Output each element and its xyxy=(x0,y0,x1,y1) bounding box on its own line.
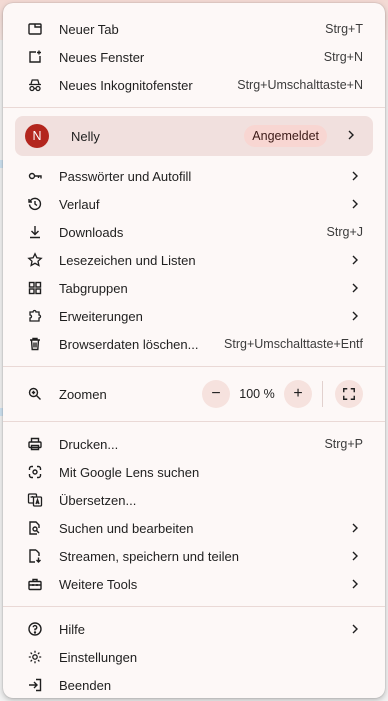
menu-item-history[interactable]: Verlauf xyxy=(3,190,385,218)
chevron-right-icon xyxy=(347,520,363,536)
avatar: N xyxy=(25,124,49,148)
menu-item-label: Suchen und bearbeiten xyxy=(59,520,194,536)
menu-item-find-edit[interactable]: Suchen und bearbeiten xyxy=(3,514,385,542)
translate-icon xyxy=(27,492,43,508)
zoom-row: Zoomen − 100 % + xyxy=(3,375,385,413)
menu-item-label: Übersetzen... xyxy=(59,492,137,508)
chevron-right-icon xyxy=(343,127,359,146)
menu-item-tab-groups[interactable]: Tabgruppen xyxy=(3,274,385,302)
menu-item-downloads[interactable]: Downloads Strg+J xyxy=(3,218,385,246)
menu-item-extensions[interactable]: Erweiterungen xyxy=(3,302,385,330)
menu-item-new-window[interactable]: Neues Fenster Strg+N xyxy=(3,43,385,71)
zoom-divider xyxy=(322,381,323,407)
shortcut-text: Strg+Umschalttaste+Entf xyxy=(224,337,363,351)
zoom-level: 100 % xyxy=(239,387,275,401)
history-icon xyxy=(27,196,43,212)
print-icon xyxy=(27,436,43,452)
menu-item-label: Einstellungen xyxy=(59,649,138,665)
help-icon xyxy=(27,621,43,637)
extension-icon xyxy=(27,308,43,324)
menu-item-label: Passwörter und Autofill xyxy=(59,168,192,184)
menu-item-cast-save-share[interactable]: Streamen, speichern und teilen xyxy=(3,542,385,570)
menu-divider xyxy=(3,606,385,607)
menu-item-bookmarks-lists[interactable]: Lesezeichen und Listen xyxy=(3,246,385,274)
menu-item-label: Streamen, speichern und teilen xyxy=(59,548,239,564)
menu-item-translate[interactable]: Übersetzen... xyxy=(3,486,385,514)
menu-item-label: Neues Fenster xyxy=(59,49,145,65)
menu-item-passwords-autofill[interactable]: Passwörter und Autofill xyxy=(3,162,385,190)
profile-name: Nelly xyxy=(71,128,100,144)
shortcut-text: Strg+J xyxy=(326,225,363,239)
menu-divider xyxy=(3,421,385,422)
browser-main-menu: Neuer Tab Strg+T Neues Fenster Strg+N Ne… xyxy=(3,3,385,698)
menu-item-new-tab[interactable]: Neuer Tab Strg+T xyxy=(3,15,385,43)
menu-item-label: Neues Inkognitofenster xyxy=(59,77,193,93)
trash-icon xyxy=(27,336,43,352)
menu-item-clear-browsing-data[interactable]: Browserdaten löschen... Strg+Umschalttas… xyxy=(3,330,385,358)
chevron-right-icon xyxy=(347,196,363,212)
menu-item-google-lens[interactable]: Mit Google Lens suchen xyxy=(3,458,385,486)
fullscreen-icon xyxy=(343,388,355,400)
shortcut-text: Strg+N xyxy=(323,50,363,64)
shortcut-text: Strg+P xyxy=(324,437,363,451)
menu-item-settings[interactable]: Einstellungen xyxy=(3,643,385,671)
chevron-right-icon xyxy=(347,252,363,268)
tab-groups-icon xyxy=(27,280,43,296)
menu-item-label: Verlauf xyxy=(59,196,100,212)
find-edit-icon xyxy=(27,520,43,536)
menu-item-label: Lesezeichen und Listen xyxy=(59,252,196,268)
menu-item-more-tools[interactable]: Weitere Tools xyxy=(3,570,385,598)
settings-gear-icon xyxy=(27,649,43,665)
menu-item-label: Beenden xyxy=(59,677,112,693)
zoom-out-button[interactable]: − xyxy=(202,380,230,408)
toolbox-icon xyxy=(27,576,43,592)
menu-item-label: Drucken... xyxy=(59,436,119,452)
zoom-in-button[interactable]: + xyxy=(284,380,312,408)
new-window-icon xyxy=(27,49,43,65)
exit-icon xyxy=(27,677,43,693)
chevron-right-icon xyxy=(347,548,363,564)
zoom-label: Zoomen xyxy=(59,386,107,402)
zoom-control: − 100 % + xyxy=(202,380,363,408)
menu-item-label: Browserdaten löschen... xyxy=(59,336,199,352)
menu-item-label: Tabgruppen xyxy=(59,280,128,296)
menu-item-print[interactable]: Drucken... Strg+P xyxy=(3,430,385,458)
download-icon xyxy=(27,224,43,240)
google-lens-icon xyxy=(27,464,43,480)
chevron-right-icon xyxy=(347,280,363,296)
menu-item-label: Erweiterungen xyxy=(59,308,143,324)
menu-item-label: Weitere Tools xyxy=(59,576,138,592)
menu-divider xyxy=(3,366,385,367)
shortcut-text: Strg+Umschalttaste+N xyxy=(237,78,363,92)
chevron-right-icon xyxy=(347,168,363,184)
menu-item-label: Hilfe xyxy=(59,621,86,637)
chevron-right-icon xyxy=(347,621,363,637)
cast-save-share-icon xyxy=(27,548,43,564)
menu-item-label: Downloads xyxy=(59,224,124,240)
star-icon xyxy=(27,252,43,268)
menu-item-exit[interactable]: Beenden xyxy=(3,671,385,698)
new-tab-icon xyxy=(27,21,43,37)
fullscreen-button[interactable] xyxy=(335,380,363,408)
menu-item-label: Mit Google Lens suchen xyxy=(59,464,200,480)
menu-item-help[interactable]: Hilfe xyxy=(3,615,385,643)
menu-item-incognito-window[interactable]: Neues Inkognitofenster Strg+Umschalttast… xyxy=(3,71,385,99)
zoom-icon xyxy=(27,386,43,402)
status-badge: Angemeldet xyxy=(244,125,327,147)
incognito-icon xyxy=(27,77,43,93)
profile-row[interactable]: N Nelly Angemeldet xyxy=(15,116,373,156)
menu-item-label: Neuer Tab xyxy=(59,21,119,37)
chevron-right-icon xyxy=(347,308,363,324)
key-icon xyxy=(27,168,43,184)
menu-divider xyxy=(3,107,385,108)
shortcut-text: Strg+T xyxy=(325,22,363,36)
chevron-right-icon xyxy=(347,576,363,592)
